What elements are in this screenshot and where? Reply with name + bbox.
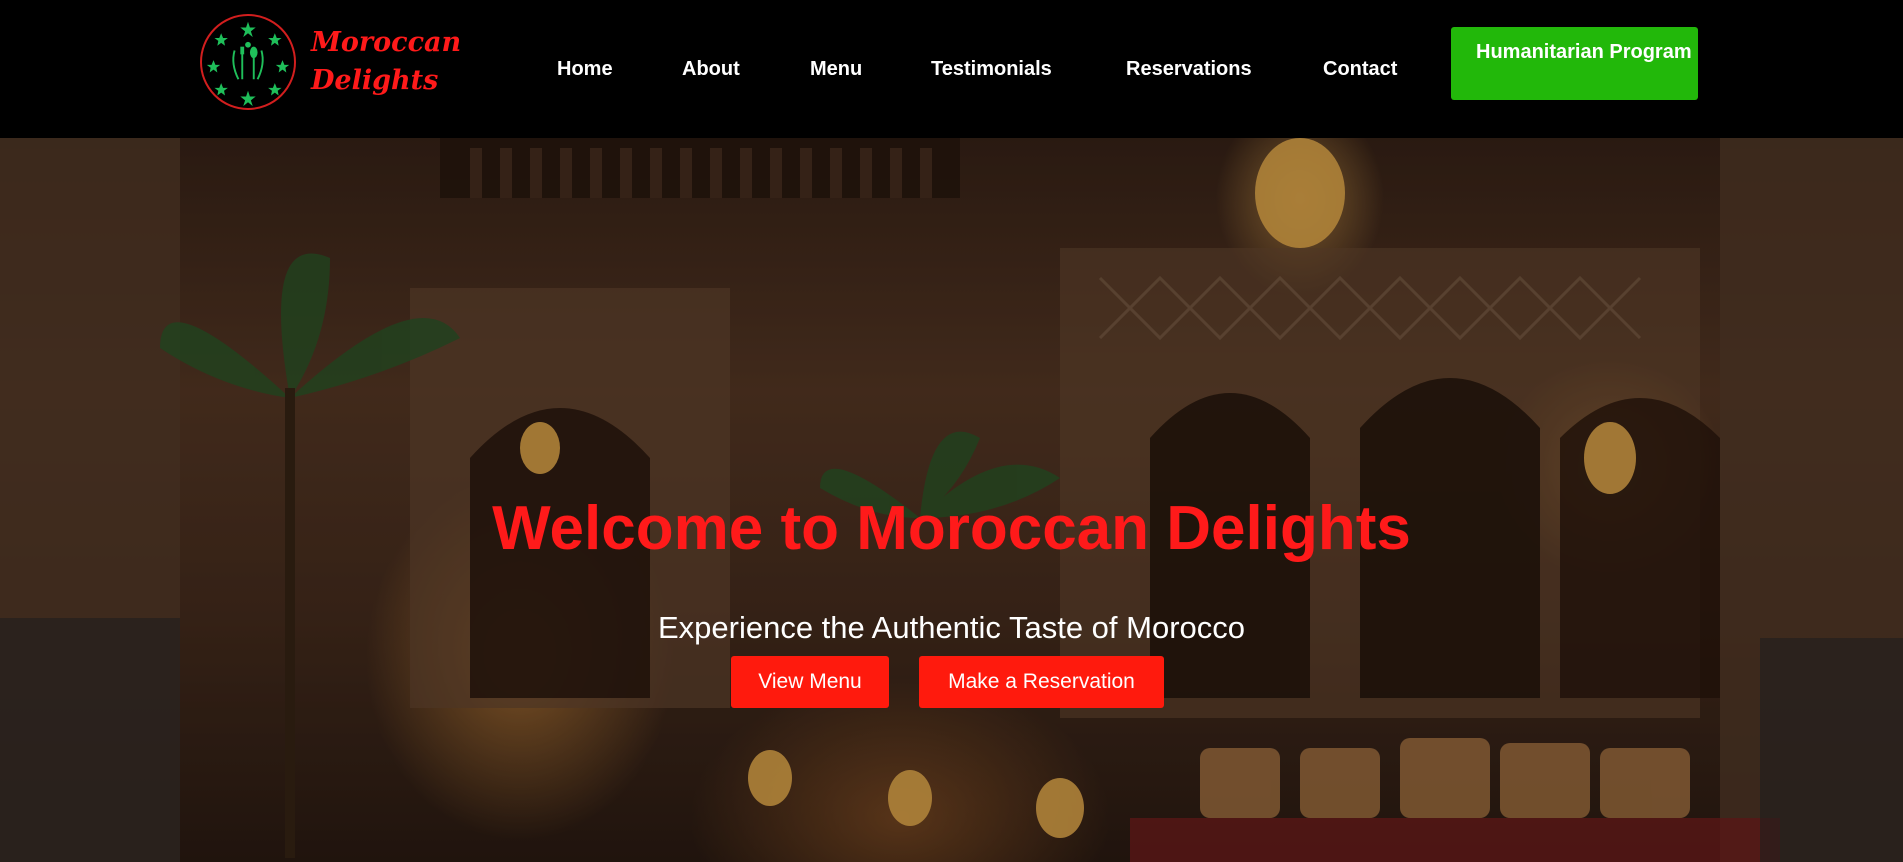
nav-testimonials[interactable]: Testimonials (931, 52, 1052, 86)
site-header: Moroccan Delights Home About Menu Testim… (0, 0, 1903, 138)
hero-section: Welcome to Moroccan Delights Experience … (0, 138, 1903, 862)
nav-menu[interactable]: Menu (810, 52, 862, 86)
make-reservation-button[interactable]: Make a Reservation (919, 656, 1164, 708)
nav-contact[interactable]: Contact (1323, 52, 1397, 86)
view-menu-button[interactable]: View Menu (731, 656, 889, 708)
nav-home[interactable]: Home (557, 52, 613, 86)
nav-about[interactable]: About (682, 52, 740, 86)
humanitarian-program-button[interactable]: Humanitarian Program (1451, 27, 1698, 100)
hero-title: Welcome to Moroccan Delights (492, 494, 1411, 563)
nav-reservations[interactable]: Reservations (1126, 52, 1252, 86)
hero-subtitle: Experience the Authentic Taste of Morocc… (657, 610, 1246, 645)
